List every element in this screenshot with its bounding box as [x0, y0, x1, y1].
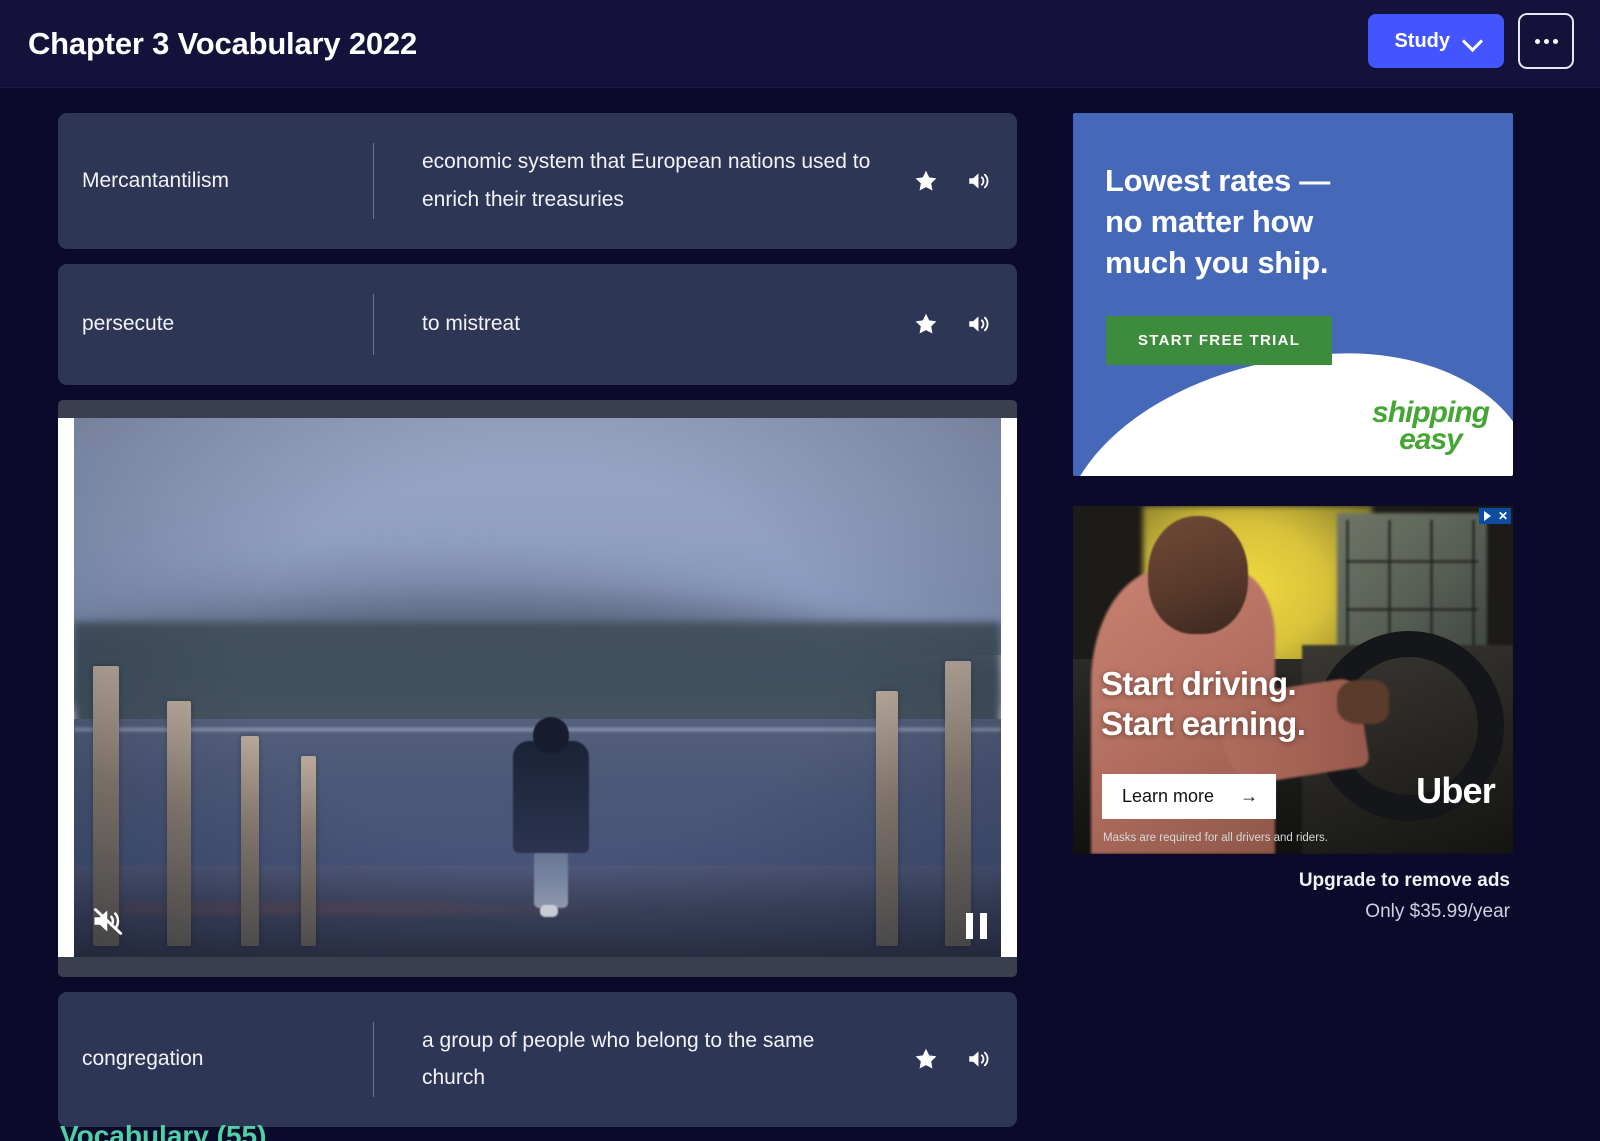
uber-headline-line2: Start earning. — [1101, 705, 1306, 743]
study-button[interactable]: Study — [1368, 14, 1504, 68]
star-icon[interactable] — [913, 311, 939, 337]
video-frame[interactable] — [58, 417, 1017, 957]
next-section-heading: Vocabulary (55) — [60, 1120, 267, 1141]
more-options-button[interactable] — [1518, 13, 1574, 69]
start-free-trial-button[interactable]: START FREE TRIAL — [1106, 316, 1333, 365]
video-vignette — [74, 417, 1001, 957]
adchoices-controls[interactable]: ✕ — [1479, 508, 1511, 524]
term-list: Mercantantilism economic system that Eur… — [58, 113, 1017, 1141]
app-root: Chapter 3 Vocabulary 2022 Study Mercanta… — [0, 0, 1600, 1141]
ellipsis-icon — [1543, 38, 1549, 44]
close-ad-icon[interactable]: ✕ — [1495, 508, 1511, 524]
term-actions — [913, 168, 993, 194]
audio-icon[interactable] — [965, 1046, 993, 1072]
shipping-logo-line1: shipping — [1372, 395, 1490, 429]
uber-driver-head — [1147, 516, 1248, 635]
star-icon[interactable] — [913, 1046, 939, 1072]
uber-headline-line1: Start driving. — [1101, 665, 1297, 702]
shipping-logo-line2: easy — [1399, 423, 1463, 457]
uber-learn-more-button[interactable]: Learn more → — [1102, 774, 1277, 819]
term-actions — [913, 311, 993, 337]
video-scene — [74, 417, 1001, 957]
audio-icon[interactable] — [965, 168, 993, 194]
shipping-easy-logo: shipping easy — [1372, 395, 1490, 457]
upgrade-promo: Upgrade to remove ads Only $35.99/year — [1073, 870, 1513, 923]
star-icon[interactable] — [913, 168, 939, 194]
ellipsis-icon — [1534, 38, 1540, 44]
term-card[interactable]: persecute to mistreat — [58, 263, 1017, 385]
page-title: Chapter 3 Vocabulary 2022 — [28, 26, 417, 61]
upgrade-to-remove-ads-link[interactable]: Upgrade to remove ads — [1073, 870, 1510, 892]
shipping-headline-line2: no matter how — [1105, 203, 1313, 239]
mute-icon[interactable] — [88, 903, 128, 939]
page-header: Chapter 3 Vocabulary 2022 Study — [0, 0, 1600, 88]
header-actions: Study — [1368, 13, 1574, 69]
upgrade-price-label: Only $35.99/year — [1365, 901, 1510, 922]
shipping-easy-ad[interactable]: Lowest rates — no matter how much you sh… — [1073, 113, 1513, 476]
video-ad-card[interactable] — [58, 399, 1017, 977]
uber-ad-headline: Start driving. Start earning. — [1101, 664, 1306, 745]
uber-driver-hand — [1337, 680, 1389, 724]
pause-icon[interactable] — [966, 912, 987, 939]
ellipsis-icon — [1552, 38, 1558, 44]
uber-logo: Uber — [1416, 770, 1496, 811]
study-button-label: Study — [1394, 29, 1450, 52]
audio-icon[interactable] — [965, 311, 993, 337]
term-word: persecute — [82, 311, 175, 335]
term-word: Mercantantilism — [82, 168, 230, 192]
sidebar-ads: Lowest rates — no matter how much you sh… — [1073, 113, 1513, 923]
term-card[interactable]: congregation a group of people who belon… — [58, 991, 1017, 1128]
term-card[interactable]: Mercantantilism economic system that Eur… — [58, 113, 1017, 249]
pause-bar — [966, 912, 973, 939]
shipping-headline-line3: much you ship. — [1105, 244, 1329, 280]
uber-ad[interactable]: Start driving. Start earning. Learn more… — [1073, 506, 1513, 854]
uber-learn-more-label: Learn more — [1122, 786, 1215, 806]
shipping-ad-headline: Lowest rates — no matter how much you sh… — [1105, 161, 1330, 284]
chevron-down-icon — [1464, 32, 1482, 50]
arrow-right-icon: → — [1240, 786, 1259, 806]
pause-bar — [980, 912, 987, 939]
term-actions — [913, 1046, 993, 1072]
term-word: congregation — [82, 1047, 204, 1071]
adchoices-icon[interactable] — [1479, 508, 1495, 524]
shipping-headline-line1: Lowest rates — — [1105, 163, 1330, 198]
uber-disclaimer: Masks are required for all drivers and r… — [1103, 832, 1328, 844]
